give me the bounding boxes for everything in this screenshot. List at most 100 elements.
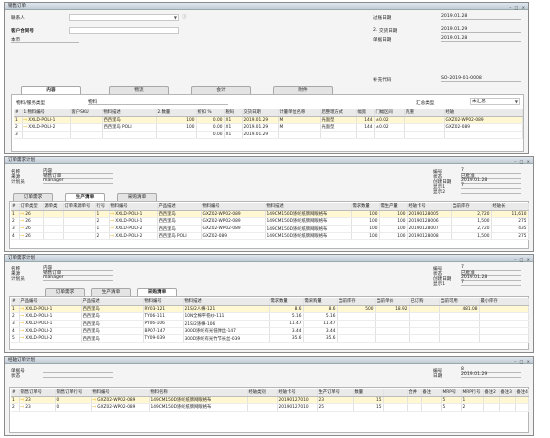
order-demand-titlebar[interactable]: 订单需求计划 – □ ×	[5, 157, 533, 164]
table-cell[interactable]	[421, 396, 442, 405]
table-cell[interactable]	[404, 123, 445, 132]
table-cell[interactable]: 5.16	[303, 312, 338, 321]
column-header[interactable]: 门幅区间	[374, 109, 405, 117]
tab-order-demand[interactable]: 订单需求	[45, 288, 85, 296]
table-cell[interactable]	[337, 334, 376, 343]
column-header[interactable]: 物料编号	[143, 298, 184, 306]
table-cell[interactable]	[247, 396, 278, 405]
table-cell[interactable]: 0.00	[196, 116, 225, 125]
tab-attachments[interactable]: 附件	[273, 86, 333, 94]
tab-production-list[interactable]: 生产清单	[65, 193, 105, 201]
table-cell[interactable]	[63, 217, 96, 226]
column-header[interactable]: 需采购量	[303, 298, 338, 306]
table-cell[interactable]: 144	[356, 123, 375, 132]
column-header[interactable]: 销售订单号	[19, 389, 56, 397]
table-cell[interactable]: 275	[491, 217, 529, 226]
table-cell[interactable]: 1	[461, 396, 484, 405]
currency-select[interactable]: 本币	[11, 37, 79, 43]
plan-code-field[interactable]: SO-2019-01-0008	[441, 76, 521, 82]
chevron-down-icon[interactable]: ▼	[174, 15, 177, 20]
table-cell[interactable]: ⇨GXZ02-WP02-089	[91, 403, 150, 412]
column-header[interactable]: 税码	[224, 109, 243, 117]
table-cell[interactable]: 100	[379, 210, 408, 219]
info-icon[interactable]: ⓘ	[182, 14, 187, 20]
table-row[interactable]: 3 ⇨26 1 ⇨XXLD-POLI-2 西西里岛 GXZ02-WP02-089 149CM…	[11, 225, 529, 234]
table-cell[interactable]: ⇨26	[19, 217, 44, 226]
table-cell[interactable]	[375, 334, 410, 343]
table-cell[interactable]: ⇨23	[19, 403, 56, 412]
table-cell[interactable]	[421, 403, 442, 412]
table-cell[interactable]	[374, 131, 405, 140]
table-cell[interactable]: 435	[491, 225, 529, 234]
row-number-cell[interactable]: 1	[11, 210, 20, 219]
column-header[interactable]: 客户SKU	[70, 109, 103, 117]
column-header[interactable]: 物料名称	[149, 389, 248, 397]
table-cell[interactable]: 100	[351, 225, 380, 234]
field-value[interactable]	[461, 188, 521, 194]
table-cell[interactable]	[439, 320, 480, 329]
table-cell[interactable]: GXZ02-089	[444, 123, 523, 132]
table-cell[interactable]: 20190127010	[277, 403, 318, 412]
table-row[interactable]: 2 ⇨23 0 ⇨GXZ02-WP02-089 149CM150D涤纶纸牌网眼格布 201…	[11, 403, 529, 412]
column-header[interactable]: 已订购	[409, 298, 440, 306]
column-header[interactable]: 物料编号	[201, 203, 266, 211]
table-cell[interactable]	[409, 320, 440, 329]
column-header[interactable]: 最小库存	[479, 298, 529, 306]
tab-production-list[interactable]: 生产清单	[91, 288, 131, 296]
table-cell[interactable]	[479, 305, 529, 314]
tab-content[interactable]: 内容	[21, 86, 81, 94]
table-cell[interactable]: 3.44	[303, 327, 338, 336]
table-cell[interactable]	[409, 312, 440, 321]
column-header[interactable]: 备注2	[483, 389, 500, 397]
link-arrow-icon[interactable]: ⇨	[111, 234, 115, 239]
table-cell[interactable]: ⇨XXLD-POLI-2	[109, 225, 158, 234]
chevron-down-icon[interactable]: ▼	[515, 99, 518, 104]
field-value[interactable]: 7	[461, 280, 521, 286]
table-cell[interactable]	[63, 210, 96, 219]
link-arrow-icon[interactable]: ⇨	[111, 212, 115, 217]
table-cell[interactable]: 100	[379, 232, 408, 241]
column-header[interactable]: 产品编号	[19, 298, 82, 306]
column-header[interactable]: 当前库存	[337, 298, 376, 306]
table-cell[interactable]	[409, 327, 440, 336]
tab-purchase-list[interactable]: 采购清单	[117, 193, 157, 201]
table-cell[interactable]: 20190127010	[277, 396, 318, 405]
table-cell[interactable]	[439, 334, 480, 343]
window-controls-icon[interactable]: – □ ×	[514, 358, 531, 365]
row-number-cell[interactable]: 2	[11, 312, 20, 321]
table-cell[interactable]	[43, 225, 64, 234]
column-header[interactable]: 2.数量	[156, 109, 197, 117]
table-cell[interactable]	[102, 131, 157, 140]
link-arrow-icon[interactable]: ⇨	[111, 226, 115, 231]
table-cell[interactable]	[404, 131, 445, 140]
table-cell[interactable]: 21S/2人棉-121	[183, 305, 270, 314]
post-date-field[interactable]: 2019.01.28	[441, 14, 521, 20]
table-cell[interactable]: 300D涤纶有光低弹丝-147	[183, 327, 270, 336]
row-number-cell[interactable]: 3	[11, 225, 20, 234]
table-cell[interactable]	[407, 396, 422, 405]
column-header[interactable]: 产品描述	[157, 203, 202, 211]
column-header[interactable]: 销售订单行号	[55, 389, 92, 397]
table-cell[interactable]: 西西里岛	[102, 116, 157, 125]
row-number-cell[interactable]: 1	[14, 116, 23, 125]
table-cell[interactable]: 11.47	[269, 320, 304, 329]
tab-purchase-list[interactable]: 采购清单	[137, 288, 177, 296]
table-cell[interactable]: 100	[351, 210, 380, 219]
table-cell[interactable]: 3.44	[269, 327, 304, 336]
table-cell[interactable]	[479, 327, 529, 336]
table-cell[interactable]	[407, 403, 422, 412]
column-header[interactable]: 生产订单号	[317, 389, 354, 397]
table-cell[interactable]: 1,500	[451, 232, 492, 241]
column-header[interactable]: 物料编号	[109, 203, 158, 211]
table-cell[interactable]	[337, 327, 376, 336]
table-cell[interactable]: 2,720	[451, 225, 492, 234]
table-cell[interactable]: 2019.01.29	[242, 116, 279, 125]
link-arrow-icon[interactable]: ⇨	[93, 405, 97, 410]
table-cell[interactable]: GXZ02-WP02-089	[201, 225, 266, 234]
table-cell[interactable]: 23	[317, 396, 354, 405]
table-cell[interactable]	[375, 320, 410, 329]
window-controls-icon[interactable]: – □ ×	[509, 4, 526, 11]
column-header[interactable]: MRP号	[441, 389, 462, 397]
column-header[interactable]: 经轴卡号	[407, 203, 452, 211]
link-arrow-icon[interactable]: ⇨	[21, 336, 25, 341]
